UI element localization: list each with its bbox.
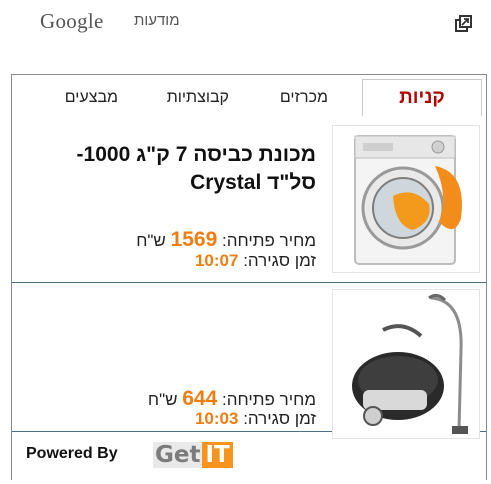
price-value: 644 [182,387,218,410]
vacuum-cleaner-image[interactable] [332,289,480,439]
tab-group-deals[interactable]: קבוצתיות [167,81,229,115]
ads-label[interactable]: מודעות [134,12,180,29]
product-item[interactable]: מכונת כביסה 7 ק"ג 1000- סל"ד Crystal מחי… [12,121,486,283]
tab-bar: קניות מכרזים קבוצתיות מבצעים [12,75,486,117]
external-link-icon[interactable] [453,14,473,34]
price-label: מחיר פתיחה: [222,390,316,409]
closing-time: זמן סגירה: 10:03 [195,409,316,429]
footer: Powered By Get IT [12,433,486,479]
tab-auctions[interactable]: מכרזים [280,81,328,115]
ad-header: Google מודעות [0,0,491,50]
opening-price: מחיר פתיחה: 644 ש"ח [148,387,316,411]
price-label: מחיר פתיחה: [222,231,316,250]
closing-label: זמן סגירה: [243,409,316,428]
getit-logo-get: Get [153,442,203,468]
tab-shopping[interactable]: קניות [362,79,482,116]
closing-time-value: 10:07 [194,251,239,270]
tab-promotions[interactable]: מבצעים [65,81,118,115]
washing-machine-image[interactable] [332,125,480,273]
closing-time: זמן סגירה: 10:07 [195,251,316,271]
google-logo[interactable]: Google [40,9,104,34]
shopping-widget: קניות מכרזים קבוצתיות מבצעים מכונת כביסה… [11,74,487,480]
currency-label: ש"ח [147,390,178,409]
product-item[interactable]: מחיר פתיחה: 644 ש"ח זמן סגירה: 10:03 [12,285,486,439]
closing-time-value: 10:03 [194,409,239,428]
price-value: 1569 [170,228,218,251]
powered-by-label: Powered By [26,445,118,462]
product-title[interactable]: מכונת כביסה 7 ק"ג 1000- סל"ד Crystal [26,141,316,197]
currency-label: ש"ח [136,231,166,250]
getit-logo-it: IT [202,442,233,468]
closing-label: זמן סגירה: [243,251,316,270]
getit-logo[interactable]: Get IT [153,441,233,470]
opening-price: מחיר פתיחה: 1569 ש"ח [136,228,316,252]
